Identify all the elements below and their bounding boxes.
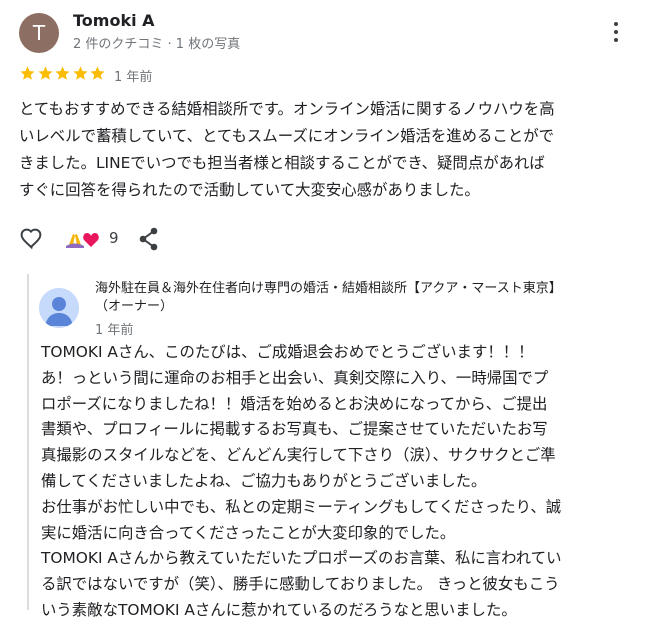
reply-line: 書類や、プロフィールに掲載するお写真も、ご提案させていただいたお写 — [41, 420, 548, 439]
reply-line: る訳ではないですが（笑）、勝手に感動しておりました。 きっと彼女もこう — [41, 575, 560, 594]
reply-line: あ！っという間に運命のお相手と出会い、真剣交際に入り、一時帰国でプ — [41, 368, 549, 387]
share-icon[interactable] — [137, 226, 161, 252]
star-icon — [37, 66, 53, 80]
review-text: とてもおすすめできる結婚相談所です。オンライン婚活に関するノウハウを高 いレベル… — [19, 96, 644, 204]
review-line: いレベルで蓄積していて、とてもスムーズにオンライン婚活を進めることがで — [19, 127, 554, 145]
owner-role: （オーナー） — [95, 299, 174, 314]
owner-reply-date: 1 年前 — [95, 323, 134, 338]
reply-line: 備してくださいましたよね、ご協力もありがとうございました。 — [41, 471, 487, 490]
owner-reply-text: TOMOKI Aさん、このたびは、ご成婚退会おめでとうございます！！！ あ！っと… — [41, 340, 646, 624]
reviewer-avatar[interactable]: T — [19, 13, 59, 53]
star-icon — [20, 66, 35, 80]
reply-line: TOMOKI Aさん、このたびは、ご成婚退会おめでとうございます！！！ — [41, 343, 534, 361]
reply-divider — [27, 274, 29, 610]
more-options-icon[interactable] — [606, 20, 626, 44]
star-rating — [19, 65, 107, 83]
reply-line: ロポーズになりましたね！！婚活を始めるとお決めになってから、ご提出 — [41, 394, 548, 413]
reaction-emojis[interactable] — [63, 229, 103, 249]
owner-name: 海外駐在員＆海外在住者向け専門の婚活・結婚相談所【アクア・マースト東京】 （オー… — [95, 280, 640, 316]
heart-outline-icon[interactable] — [19, 226, 44, 251]
star-icon — [72, 66, 88, 80]
reviewer-name[interactable]: Tomoki A — [73, 11, 155, 30]
owner-business-name: 海外駐在員＆海外在住者向け専門の婚活・結婚相談所【アクア・マースト東京】 — [95, 281, 562, 296]
reply-line: 実に婚活に向き合ってくださったことが大変印象的でした。 — [41, 523, 456, 542]
reply-line: 真撮影のスタイルなどを、どんどん実行して下さり（涙）、サクサクとご準 — [41, 446, 556, 465]
review-line: きました。LINEでいつでも担当者様と相談することができ、疑問点があれば — [19, 154, 545, 172]
review-line: とてもおすすめできる結婚相談所です。オンライン婚活に関するノウハウを高 — [19, 100, 555, 118]
owner-avatar[interactable] — [39, 288, 79, 328]
heart-emoji — [83, 233, 99, 247]
reply-line: いう素敵なTOMOKI Aさんに惹かれているのだろうなと思いました。 — [41, 600, 517, 619]
reply-line: TOMOKI Aさんから教えていただいたプロポーズのお言葉、私に言われてい — [41, 549, 562, 568]
star-icon — [90, 66, 105, 80]
star-icon — [55, 66, 70, 80]
person-icon — [39, 288, 79, 328]
review-date: 1 年前 — [114, 70, 153, 85]
review-line: すぐに回答を得られたので活動していて大変安心感がありました。 — [19, 181, 480, 199]
reaction-count: 9 — [109, 229, 119, 247]
reviewer-meta: 2 件のクチコミ · 1 枚の写真 — [73, 37, 241, 52]
reply-line: お仕事がお忙しい中でも、私との定期ミーティングもしてくださったり、誠 — [41, 497, 562, 516]
pray-emoji — [66, 234, 84, 248]
